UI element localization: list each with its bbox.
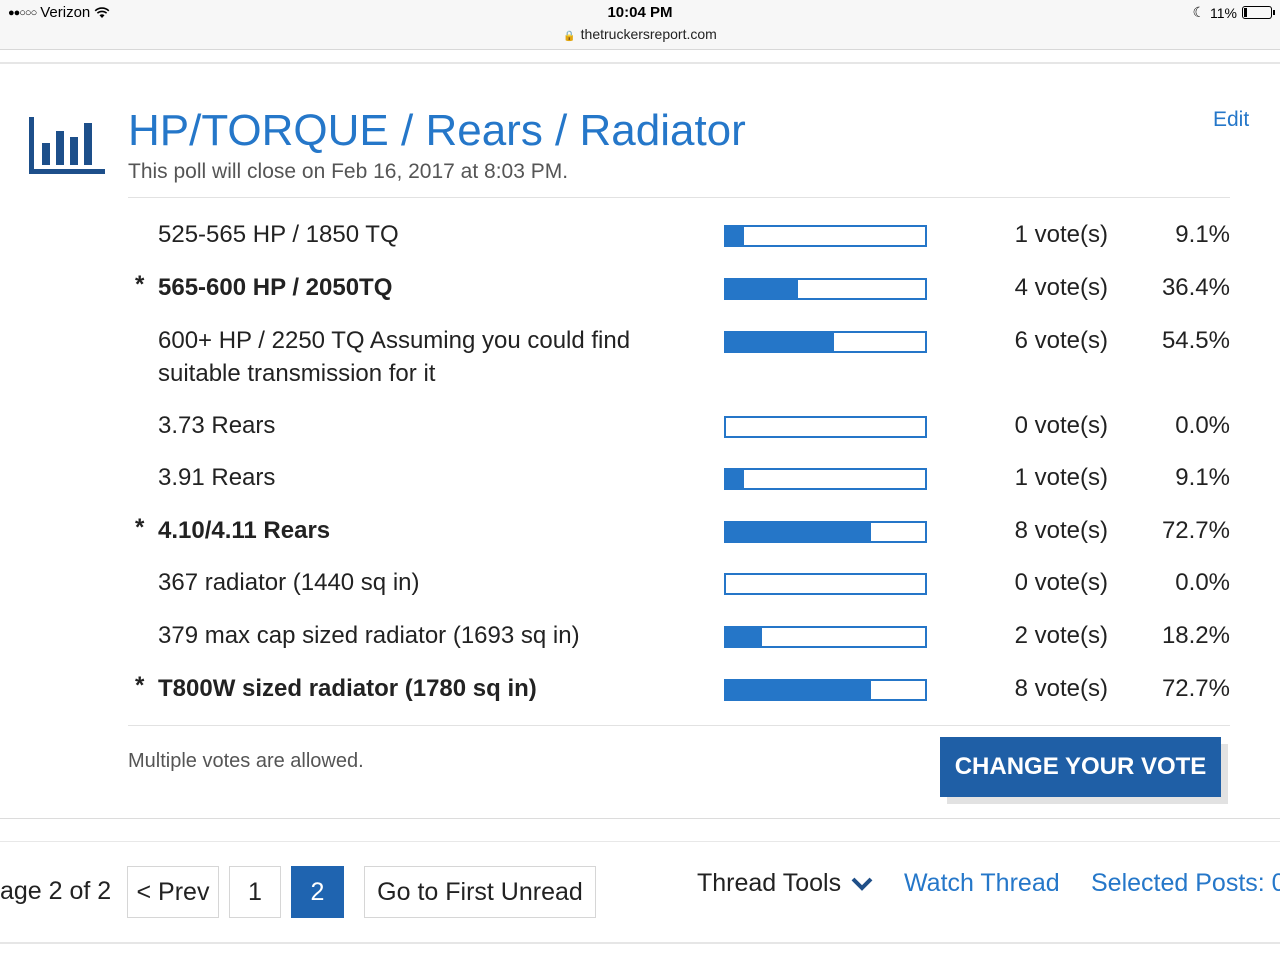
vote-percent: 9.1% [1175,464,1230,491]
vote-count: 0 vote(s) [1014,569,1108,596]
poll-option-label: 379 max cap sized radiator (1693 sq in) [158,622,580,649]
battery-percent: 11% [1210,4,1237,21]
change-vote-button[interactable]: CHANGE YOUR VOTE [940,737,1221,797]
vote-bar [724,679,927,701]
vote-bar [724,331,927,353]
moon-icon: ☾ [1192,4,1206,20]
vote-percent: 72.7% [1161,675,1230,702]
poll-option-label: T800W sized radiator (1780 sq in) [158,675,537,702]
vote-bar-fill [726,681,871,699]
page-info: age 2 of 2 [0,877,112,905]
thread-tools-menu[interactable]: Thread Tools [697,869,873,898]
poll-title: HP/TORQUE / Rears / Radiator [128,106,746,155]
multiple-votes-note: Multiple votes are allowed. [128,750,364,772]
divider [0,818,1280,819]
battery-status: ☾ 11% [1192,4,1275,21]
address-bar[interactable]: 🔒 thetruckersreport.com [0,26,1280,42]
vote-bar [724,573,927,595]
vote-bar-fill [726,470,745,488]
vote-count: 1 vote(s) [1014,464,1108,491]
selected-marker: * [135,271,145,298]
vote-percent: 0.0% [1175,569,1230,596]
poll-option-label: 565-600 HP / 2050TQ [158,274,393,301]
selected-marker: * [135,514,145,541]
poll-option-label: 600+ HP / 2250 TQ Assuming you could fin… [158,327,631,387]
vote-count: 0 vote(s) [1014,412,1108,439]
poll-option-label: 4.10/4.11 Rears [158,517,331,544]
vote-count: 4 vote(s) [1014,274,1108,301]
vote-percent: 18.2% [1161,622,1230,649]
vote-percent: 54.5% [1161,327,1230,354]
vote-percent: 72.7% [1161,517,1230,544]
selected-marker: * [135,672,145,699]
vote-count: 8 vote(s) [1014,517,1108,544]
divider [0,841,1280,842]
vote-bar [724,626,927,648]
vote-bar-fill [726,333,835,351]
lock-icon: 🔒 [563,31,576,42]
vote-percent: 0.0% [1175,412,1230,439]
status-bar: ●●○○○ Verizon 10:04 PM 🔒 thetruckersrepor… [0,0,1280,50]
vote-count: 2 vote(s) [1014,622,1108,649]
divider [0,942,1280,944]
vote-bar [724,468,927,490]
poll-option-label: 367 radiator (1440 sq in) [158,569,420,596]
vote-bar-fill [726,227,745,245]
vote-count: 1 vote(s) [1014,221,1108,248]
vote-bar [724,225,927,247]
vote-bar [724,416,927,438]
vote-bar [724,521,927,543]
url-text: thetruckersreport.com [580,26,717,42]
divider [128,197,1230,198]
bar-chart-icon [29,117,105,174]
divider [128,725,1230,726]
poll-close-date: This poll will close on Feb 16, 2017 at … [128,160,569,183]
vote-bar-fill [726,523,871,541]
poll-option-label: 3.91 Rears [158,464,276,491]
divider [0,62,1280,64]
chevron-down-icon [851,877,873,891]
vote-bar [724,278,927,300]
vote-percent: 36.4% [1161,274,1230,301]
vote-percent: 9.1% [1175,221,1230,248]
clock: 10:04 PM [607,4,673,21]
watch-thread-link[interactable]: Watch Thread [904,869,1060,898]
thread-tools-label: Thread Tools [697,869,842,897]
poll-option-label: 3.73 Rears [158,412,276,439]
vote-count: 8 vote(s) [1014,675,1108,702]
vote-bar-fill [726,628,763,646]
vote-count: 6 vote(s) [1014,327,1108,354]
selected-posts-link[interactable]: Selected Posts: 0 [1091,869,1280,898]
poll-option-label: 525-565 HP / 1850 TQ [158,221,399,248]
prev-page-button[interactable]: < Prev [127,866,219,918]
vote-bar-fill [726,280,799,298]
first-unread-button[interactable]: Go to First Unread [364,866,596,918]
edit-poll-link[interactable]: Edit [1213,108,1249,132]
page-2-button[interactable]: 2 [291,866,344,918]
page-1-button[interactable]: 1 [229,866,281,918]
battery-icon [1242,6,1275,19]
